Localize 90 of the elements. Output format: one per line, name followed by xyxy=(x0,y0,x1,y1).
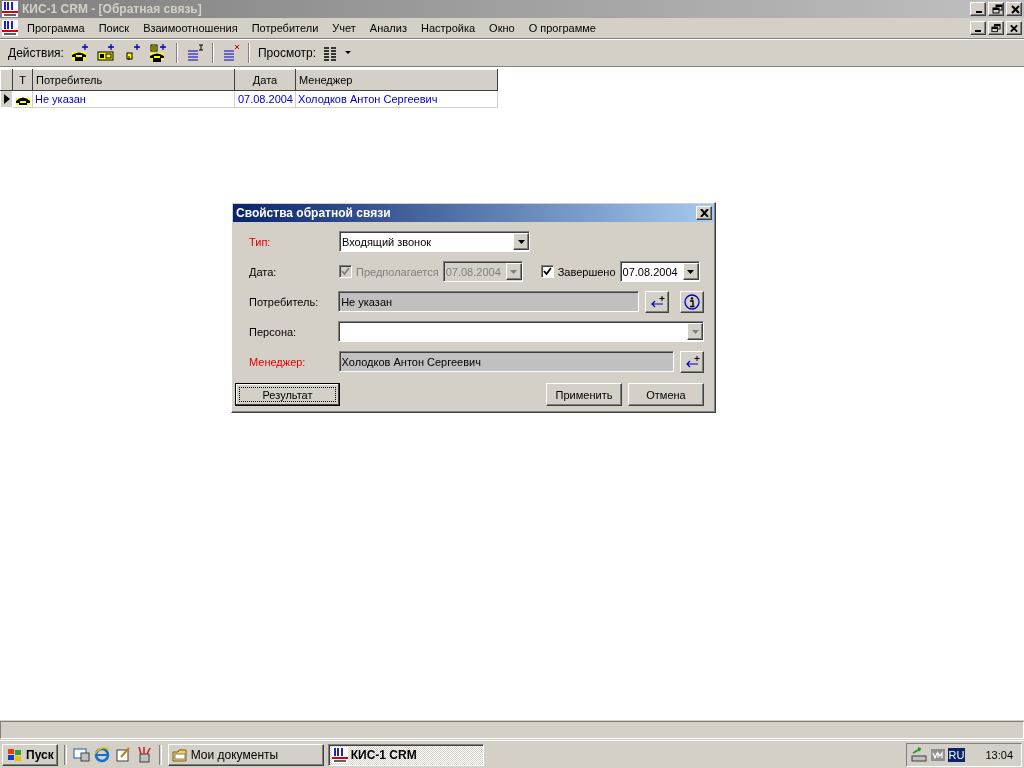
dialog-button[interactable]: Применить xyxy=(546,383,622,406)
list-edit-icon[interactable] xyxy=(185,44,204,62)
view-label: Просмотр: xyxy=(257,46,317,60)
folder-icon xyxy=(171,746,188,763)
table-cell: Не указан xyxy=(32,90,235,108)
minimize-icon xyxy=(975,30,981,32)
close-button[interactable] xyxy=(1006,21,1022,35)
pencil-cup-icon[interactable] xyxy=(135,746,153,763)
vm-icon[interactable] xyxy=(929,746,946,763)
manager-field[interactable]: Холодков Антон Сергеевич xyxy=(338,351,675,372)
table-cell: Холодков Антон Сергеевич xyxy=(295,90,498,108)
restore-button[interactable] xyxy=(988,2,1004,16)
menu-item[interactable]: О программе xyxy=(521,22,603,34)
card-add-icon[interactable] xyxy=(96,44,115,62)
dropdown-arrow-icon xyxy=(687,269,695,274)
phone-list-add-icon[interactable] xyxy=(148,44,167,62)
field-label: Персона: xyxy=(249,325,298,338)
menu-item[interactable]: Учет xyxy=(325,22,363,34)
app-logo-icon xyxy=(2,1,18,17)
field-label: Тип: xyxy=(249,235,272,248)
dropdown-arrow-icon xyxy=(517,239,525,244)
menu-item[interactable]: Поиск xyxy=(91,22,137,34)
table-cell: 07.08.2004 xyxy=(234,90,296,108)
type-dropdown[interactable]: Входящий звонок xyxy=(339,231,530,252)
minimize-icon xyxy=(976,11,982,13)
taskbar-button[interactable]: КИС-1 CRM xyxy=(327,743,484,766)
menu-item[interactable]: Окно xyxy=(482,22,522,34)
field-label: Потребитель: xyxy=(249,295,320,308)
check-icon xyxy=(341,267,350,276)
column-header[interactable]: Потребитель xyxy=(32,69,235,91)
close-icon xyxy=(1009,3,1021,15)
app-logo-icon[interactable] xyxy=(2,20,18,36)
restore-button[interactable] xyxy=(988,21,1004,35)
dialog-button[interactable]: Результат xyxy=(235,383,340,406)
minimize-button[interactable] xyxy=(970,21,986,35)
dialog-title: Свойства обратной связи xyxy=(236,206,391,220)
menu-item[interactable]: Взаимоотношения xyxy=(136,22,245,34)
field-value: 07.08.2004 xyxy=(622,265,678,278)
date-picker[interactable]: 07.08.2004 xyxy=(619,261,700,282)
task-label: Мои документы xyxy=(190,747,279,762)
task-label: КИС-1 CRM xyxy=(350,747,417,762)
menu-item[interactable]: Анализ xyxy=(362,22,414,34)
desktop-icon[interactable] xyxy=(72,746,90,763)
windows-logo-icon xyxy=(6,747,24,762)
column-header[interactable]: Т xyxy=(12,69,33,91)
phone-add-icon[interactable] xyxy=(70,44,89,62)
window-title: КИС-1 CRM - [Обратная связь] xyxy=(22,2,202,16)
arrow-plus-icon xyxy=(684,354,701,369)
select-manager-button[interactable] xyxy=(680,350,704,373)
close-icon xyxy=(1009,22,1019,34)
column-header[interactable]: Менеджер xyxy=(295,69,498,91)
dropdown-arrow-icon xyxy=(510,269,518,274)
minimize-button[interactable] xyxy=(970,2,986,16)
select-customer-button[interactable] xyxy=(645,290,670,313)
checkbox-label: Предполагается xyxy=(356,265,439,278)
field-value: Входящий звонок xyxy=(342,235,432,248)
language-indicator[interactable]: RU xyxy=(947,747,966,762)
checkbox[interactable] xyxy=(540,265,554,278)
menu-item[interactable]: Настройка xyxy=(413,22,483,34)
network-icon[interactable] xyxy=(909,746,928,763)
dropdown-arrow-icon xyxy=(691,329,699,334)
taskbar-button[interactable]: Мои документы xyxy=(167,743,324,766)
column-header[interactable]: Дата xyxy=(234,69,296,91)
info-button[interactable] xyxy=(680,290,704,313)
close-button[interactable] xyxy=(1006,2,1022,16)
note-pencil-icon[interactable] xyxy=(114,746,132,763)
checkbox-label: Завершено xyxy=(557,265,616,278)
start-button[interactable]: Пуск xyxy=(2,743,58,766)
restore-icon xyxy=(991,22,1001,34)
person-dropdown[interactable] xyxy=(338,321,704,342)
menu-item[interactable]: Потребители xyxy=(244,22,326,34)
field-label: Дата: xyxy=(249,265,278,278)
menu-item[interactable]: Программа xyxy=(20,22,92,34)
customer-field[interactable]: Не указан xyxy=(338,291,640,312)
app-logo-icon xyxy=(331,746,348,763)
restore-icon xyxy=(991,3,1003,15)
clock: 13:04 xyxy=(985,748,1013,761)
info-icon xyxy=(684,293,701,310)
list-delete-icon[interactable] xyxy=(221,44,240,62)
close-button[interactable] xyxy=(696,206,712,220)
arrow-plus-icon xyxy=(649,294,666,309)
field-label: Менеджер: xyxy=(249,355,307,368)
browser-icon[interactable] xyxy=(93,746,111,763)
check-icon xyxy=(542,267,552,276)
field-value: 07.08.2004 xyxy=(445,265,501,278)
close-icon xyxy=(699,209,709,217)
caret-icon[interactable] xyxy=(344,50,353,56)
actions-label: Действия: xyxy=(8,46,64,60)
dialog-button[interactable]: Отмена xyxy=(628,383,704,406)
columns-icon[interactable] xyxy=(322,45,339,61)
